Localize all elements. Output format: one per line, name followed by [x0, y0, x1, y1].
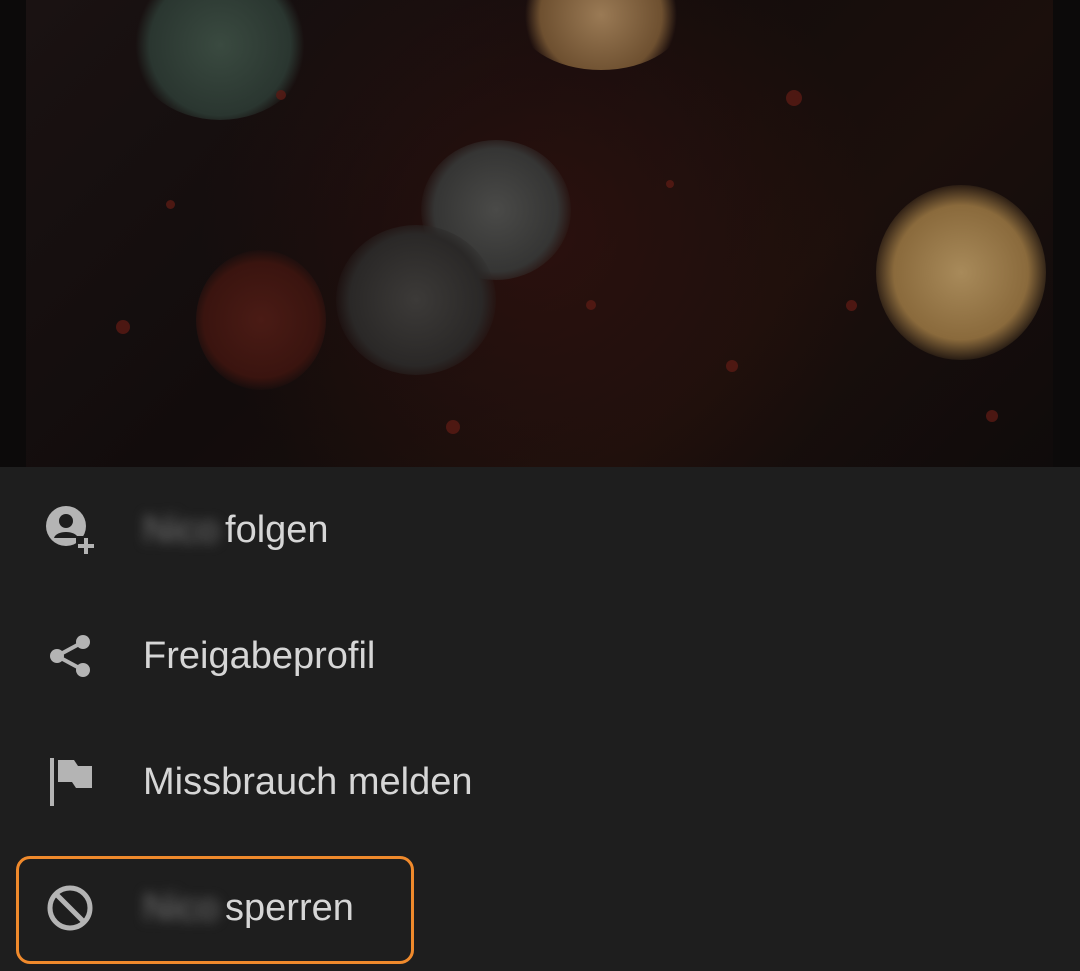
share-profile-label: Freigabeprofil: [143, 634, 376, 677]
rain-drop: [986, 410, 998, 422]
bokeh-light: [130, 0, 310, 120]
blurred-user-name: Nico: [143, 886, 220, 929]
rain-drop: [726, 360, 738, 372]
rain-drop: [666, 180, 674, 188]
follow-text: folgen: [225, 508, 329, 551]
bokeh-light: [196, 250, 326, 390]
follow-label: Nico folgen: [143, 509, 329, 552]
share-profile-menu-item[interactable]: Freigabeprofil: [0, 593, 1080, 719]
action-sheet: Nico folgen Freigabeprofil Missbrauch me…: [0, 467, 1080, 971]
rain-drop: [586, 300, 596, 310]
bokeh-light: [876, 185, 1046, 360]
blurred-user-name: Nico: [143, 508, 220, 551]
add-user-icon: [40, 500, 100, 560]
bokeh-light: [336, 225, 496, 375]
rain-drop: [786, 90, 802, 106]
rain-drop: [116, 320, 130, 334]
rain-drop: [276, 90, 286, 100]
block-text: sperren: [225, 886, 354, 929]
block-icon: [40, 878, 100, 938]
block-user-menu-item[interactable]: Nico sperren: [0, 845, 1080, 971]
bokeh-image: [26, 0, 1053, 467]
background-photo: [0, 0, 1080, 467]
share-icon: [40, 626, 100, 686]
flag-icon: [40, 752, 100, 812]
report-abuse-menu-item[interactable]: Missbrauch melden: [0, 719, 1080, 845]
rain-drop: [166, 200, 175, 209]
bokeh-light: [516, 0, 686, 70]
follow-menu-item[interactable]: Nico folgen: [0, 467, 1080, 593]
rain-drop: [846, 300, 857, 311]
report-abuse-label: Missbrauch melden: [143, 760, 473, 803]
block-user-label: Nico sperren: [143, 887, 354, 930]
screen: Nico folgen Freigabeprofil Missbrauch me…: [0, 0, 1080, 971]
rain-drop: [446, 420, 460, 434]
